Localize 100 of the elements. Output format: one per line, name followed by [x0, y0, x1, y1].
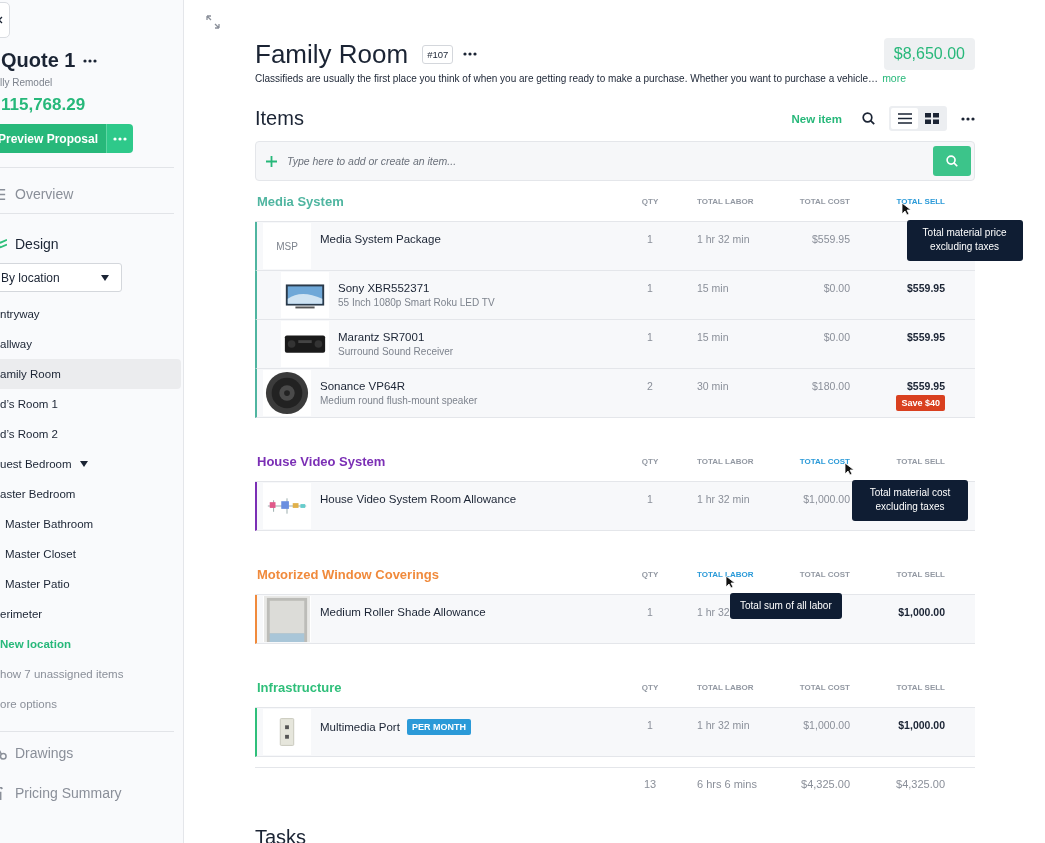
item-description: Surround Sound Receiver — [338, 346, 454, 357]
column-header[interactable]: TOTAL SELL — [896, 456, 945, 466]
quantity: 1 — [647, 233, 653, 245]
nav-item[interactable]: Pricing Summary — [0, 782, 122, 804]
quantity: 1 — [647, 493, 653, 505]
expand-icon[interactable] — [206, 15, 220, 29]
tooltip: Total material cost excluding taxes — [852, 479, 968, 521]
quantity: 1 — [647, 606, 653, 618]
labor-time: 30 min — [697, 380, 729, 392]
new-item-button[interactable]: New item — [785, 111, 848, 126]
column-header[interactable]: TOTAL SELL — [896, 682, 945, 692]
room-description: Classifieds are usually the first place you think of when you are getting ready to make a purchase. Whether you want to purchase a vehicle… — [255, 73, 879, 84]
column-header[interactable]: TOTAL COST — [799, 456, 850, 466]
column-header[interactable]: TOTAL COST — [799, 569, 850, 579]
more-icon — [113, 136, 128, 141]
labor-time: 1 hr 32 min — [697, 493, 750, 505]
column-header[interactable]: TOTAL SELL — [896, 196, 945, 206]
quantity: 1 — [647, 719, 653, 731]
location-item[interactable]: Master Closet — [0, 539, 181, 569]
tooltip: Total material price excluding taxes — [906, 219, 1023, 261]
sell-amount: $559.95 — [907, 331, 945, 343]
location-item[interactable]: amily Room — [0, 359, 181, 389]
quantity: 2 — [647, 380, 653, 392]
cost-amount: $0.00 — [823, 282, 850, 294]
discount-badge: Save $40 — [896, 395, 945, 411]
location-item[interactable]: Master Patio — [0, 569, 181, 599]
more-icon[interactable] — [83, 58, 98, 63]
column-header[interactable]: TOTAL LABOR — [697, 456, 754, 466]
cost-amount: $1,000.00 — [803, 493, 850, 505]
sell-amount: $559.95 — [907, 380, 945, 392]
total-labor: 6 hrs 6 mins — [696, 777, 758, 790]
cost-amount: $559.95 — [812, 233, 850, 245]
item-name: Marantz SR7001 — [338, 331, 425, 343]
more-link[interactable]: more — [882, 72, 907, 84]
project-name: lly Remodel — [0, 77, 54, 88]
plan-badge: PER MONTH — [406, 719, 471, 735]
thumbnail-label: MSP — [263, 223, 311, 269]
more-icon[interactable] — [961, 116, 975, 121]
quantity: 1 — [647, 331, 653, 343]
quantity: 1 — [647, 282, 653, 294]
group-title: Media System — [256, 193, 345, 209]
search-icon — [946, 155, 958, 167]
item-name: Media System Package — [320, 233, 441, 245]
item-description: 55 Inch 1080p Smart Roku LED TV — [338, 297, 495, 308]
more-options-link[interactable]: ore options — [0, 689, 181, 719]
location-item[interactable]: allway — [0, 329, 181, 359]
sell-amount: $559.95 — [907, 282, 945, 294]
labor-time: 1 hr 32 — [697, 606, 730, 618]
labor-time: 15 min — [697, 282, 729, 294]
column-header[interactable]: TOTAL COST — [799, 682, 850, 692]
labor-time: 15 min — [697, 331, 729, 343]
tooltip: Total sum of all labor — [730, 592, 842, 619]
column-header[interactable]: QTY — [641, 196, 659, 206]
item-name: Sonance VP64R — [320, 380, 406, 392]
item-name: House Video System Room Allowance — [320, 493, 517, 505]
group-title: Infrastructure — [256, 679, 343, 695]
grid-icon — [924, 113, 939, 124]
location-item[interactable]: Master Bathroom — [0, 509, 181, 539]
item-name: Sony XBR552371 — [338, 282, 430, 294]
more-icon[interactable] — [463, 52, 478, 56]
location-item[interactable]: uest Bedroom — [0, 449, 181, 479]
caret-icon — [101, 274, 109, 281]
location-item[interactable]: d’s Room 1 — [0, 389, 181, 419]
location-item[interactable]: erimeter — [0, 599, 181, 629]
sell-amount: $1,000.00 — [898, 606, 945, 618]
cost-amount: $180.00 — [812, 380, 850, 392]
column-header[interactable]: TOTAL LABOR — [697, 196, 754, 206]
item-name: Multimedia Port — [320, 721, 400, 733]
total-cost: $4,325.00 — [800, 777, 850, 790]
location-item[interactable]: aster Bedroom — [0, 479, 181, 509]
quote-total: 115,768.29 — [1, 95, 87, 115]
column-header[interactable]: TOTAL LABOR — [697, 682, 754, 692]
new-location-link[interactable]: New location — [0, 629, 181, 659]
group-title: Motorized Window Coverings — [256, 566, 440, 582]
location-item[interactable]: ntryway — [0, 299, 181, 329]
column-header[interactable]: TOTAL SELL — [896, 569, 945, 579]
cost-amount: $0.00 — [823, 331, 850, 343]
nav-item[interactable]: Design — [0, 233, 59, 255]
nav-item[interactable]: Drawings — [0, 742, 74, 764]
labor-time: 1 hr 32 min — [697, 719, 750, 731]
search-icon[interactable] — [862, 112, 875, 125]
room-price: $8,650.00 — [883, 38, 975, 70]
list-icon — [897, 113, 912, 124]
item-description: Medium round flush-mount speaker — [320, 395, 478, 406]
nav-item[interactable]: Overview — [0, 183, 74, 205]
total-sell: $4,325.00 — [895, 777, 945, 790]
group-title: House Video System — [256, 453, 387, 469]
grouping-dropdown[interactable]: By location — [0, 263, 122, 292]
column-header[interactable]: TOTAL LABOR — [697, 569, 754, 579]
location-item[interactable]: d’s Room 2 — [0, 419, 181, 449]
sell-amount: $1,000.00 — [898, 719, 945, 731]
cost-amount: $1,000.00 — [803, 719, 850, 731]
column-header[interactable]: TOTAL COST — [799, 196, 850, 206]
list-view-button[interactable] — [891, 108, 918, 129]
quote-title: Quote 1 — [1, 49, 76, 72]
unassigned-items-link[interactable]: how 7 unassigned items — [0, 659, 181, 689]
column-header[interactable]: QTY — [641, 456, 659, 466]
column-header[interactable]: QTY — [641, 682, 659, 692]
room-title: Family Room — [255, 38, 409, 70]
column-header[interactable]: QTY — [641, 569, 659, 579]
